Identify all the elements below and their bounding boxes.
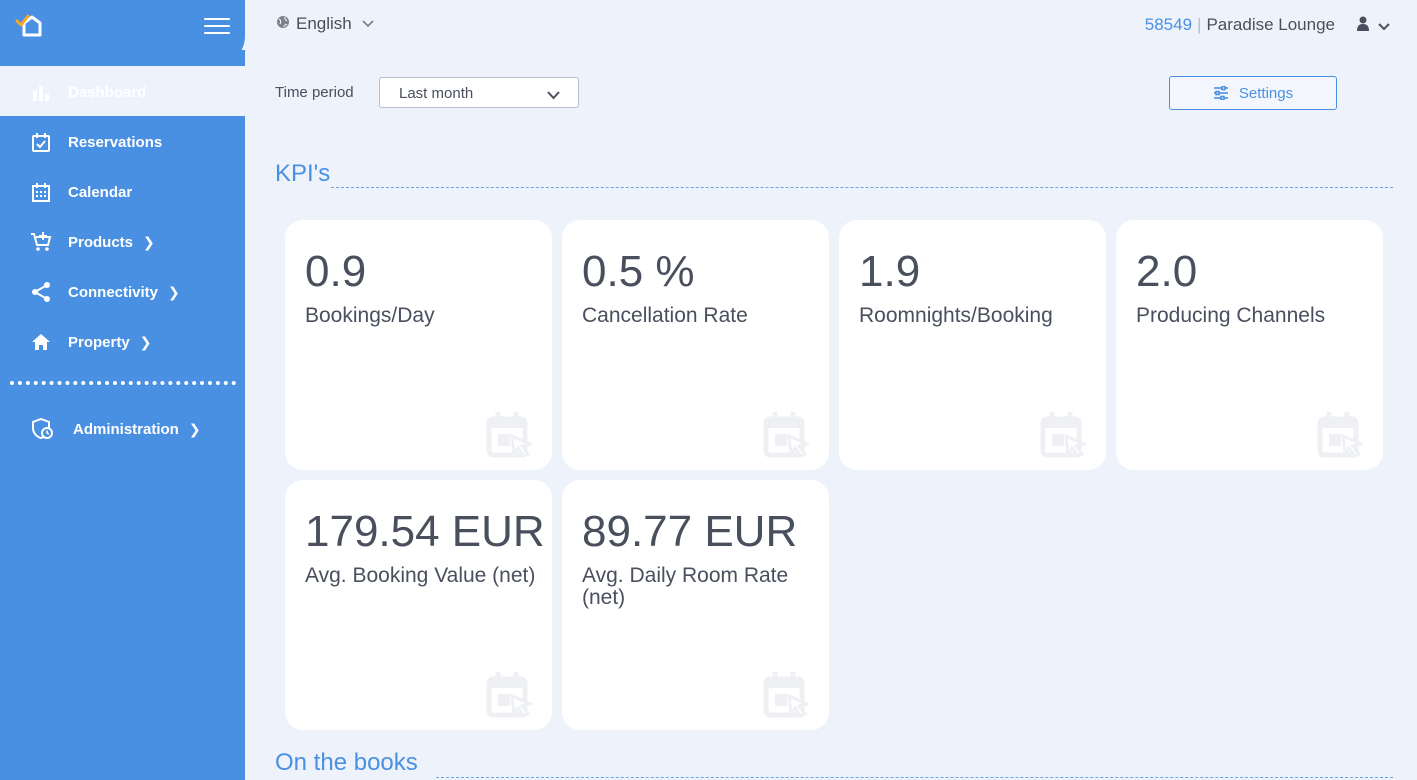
calendar-grid-icon <box>30 181 52 203</box>
sidebar-item-label: Reservations <box>68 133 163 151</box>
calendar-cursor-icon <box>763 672 809 718</box>
menu-toggle-icon[interactable] <box>204 18 230 38</box>
sidebar-header <box>0 0 245 66</box>
logo-icon[interactable] <box>15 13 45 39</box>
calendar-cursor-icon <box>486 412 532 458</box>
language-selector[interactable]: English <box>276 14 374 34</box>
user-icon <box>1356 16 1370 37</box>
kpi-label: Avg. Daily Room Rate (net) <box>582 564 789 609</box>
kpi-label: Avg. Booking Value (net) <box>305 564 536 587</box>
sidebar: Dashboard Reservations Calendar Products… <box>0 0 245 780</box>
calendar-cursor-icon <box>1317 412 1363 458</box>
time-period-label: Time period <box>275 84 354 101</box>
time-period-value: Last month <box>399 85 474 102</box>
kpi-value: 0.5 % <box>582 247 695 296</box>
chevron-right-icon: ❯ <box>143 233 155 250</box>
section-divider <box>331 187 1393 188</box>
sidebar-item-label: Calendar <box>68 183 133 201</box>
sidebar-item-label: Property <box>68 333 130 351</box>
kpi-value: 89.77 EUR <box>582 507 798 556</box>
account-id: 58549 <box>1144 15 1193 34</box>
sidebar-item-label: Products <box>68 233 134 251</box>
sidebar-item-label: Connectivity <box>68 283 159 301</box>
shield-clock-icon <box>32 418 54 440</box>
kpi-card-cancellation-rate[interactable]: 0.5 % Cancellation Rate <box>562 220 829 470</box>
calendar-cursor-icon <box>763 412 809 458</box>
account-divider: | <box>1197 15 1202 34</box>
kpi-value: 0.9 <box>305 247 367 296</box>
section-title-on-the-books: On the books <box>275 749 418 776</box>
kpi-card-roomnights-per-booking[interactable]: 1.9 Roomnights/Booking <box>839 220 1106 470</box>
property-name: Paradise Lounge <box>1206 15 1335 34</box>
sidebar-item-products[interactable]: Products ❯ <box>30 230 155 254</box>
chevron-right-icon: ❯ <box>168 283 180 300</box>
time-period-select[interactable]: Last month <box>379 77 579 108</box>
settings-button[interactable]: Settings <box>1169 76 1337 110</box>
cart-plus-icon <box>30 231 52 253</box>
sidebar-item-administration[interactable]: Administration ❯ <box>32 417 201 441</box>
user-menu[interactable] <box>1356 16 1390 37</box>
settings-label: Settings <box>1238 84 1294 102</box>
sidebar-divider <box>10 381 236 385</box>
sidebar-item-property[interactable]: Property ❯ <box>30 330 151 354</box>
sidebar-item-reservations[interactable]: Reservations <box>30 130 162 154</box>
chevron-right-icon: ❯ <box>139 333 152 350</box>
chevron-down-icon <box>1378 18 1390 36</box>
bar-chart-icon <box>30 81 52 103</box>
language-label: English <box>296 14 352 33</box>
kpi-card-bookings-per-day[interactable]: 0.9 Bookings/Day <box>285 220 552 470</box>
calendar-cursor-icon <box>486 672 532 718</box>
sidebar-item-connectivity[interactable]: Connectivity ❯ <box>30 280 180 304</box>
kpi-value: 179.54 EUR <box>305 507 545 556</box>
kpi-value: 1.9 <box>859 247 921 296</box>
calendar-cursor-icon <box>1040 412 1086 458</box>
share-icon <box>30 281 52 303</box>
kpi-label: Producing Channels <box>1136 304 1326 327</box>
account-info: 58549 | Paradise Lounge <box>1145 15 1335 35</box>
sliders-icon <box>1213 86 1229 100</box>
kpi-value: 2.0 <box>1136 247 1198 296</box>
kpi-card-producing-channels[interactable]: 2.0 Producing Channels <box>1116 220 1383 470</box>
kpi-label: Cancellation Rate <box>582 304 748 327</box>
sidebar-item-dashboard[interactable]: Dashboard <box>30 80 146 104</box>
globe-icon <box>276 14 290 34</box>
section-divider <box>436 777 1393 778</box>
kpi-card-avg-booking-value[interactable]: 179.54 EUR Avg. Booking Value (net) <box>285 480 552 730</box>
calendar-check-icon <box>30 131 52 153</box>
kpi-card-avg-daily-room-rate[interactable]: 89.77 EUR Avg. Daily Room Rate (net) <box>562 480 829 730</box>
sidebar-item-calendar[interactable]: Calendar <box>30 180 132 204</box>
kpi-label: Bookings/Day <box>305 304 435 327</box>
home-icon <box>30 331 52 353</box>
chevron-down-icon <box>547 87 560 104</box>
sidebar-item-label: Dashboard <box>68 83 147 101</box>
chevron-down-icon <box>362 17 374 31</box>
sidebar-item-label: Administration <box>73 420 179 438</box>
kpi-label: Roomnights/Booking <box>859 304 1053 327</box>
section-title-kpis: KPI's <box>275 160 331 187</box>
chevron-right-icon: ❯ <box>188 420 201 437</box>
